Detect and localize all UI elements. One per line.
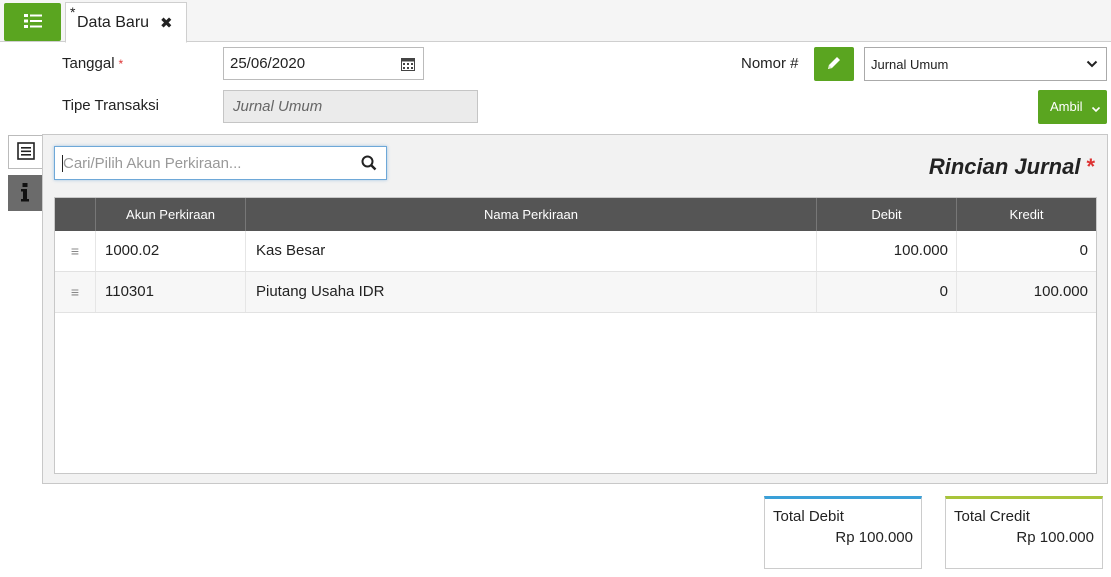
nomor-label: Nomor # (741, 55, 799, 72)
panel-title: Rincian Jurnal * (929, 154, 1095, 180)
cell-kredit[interactable]: 100.000 (956, 272, 1096, 312)
account-search-input[interactable]: Cari/Pilih Akun Perkiraan... (54, 146, 387, 180)
panel-title-required: * (1086, 154, 1095, 179)
pencil-icon (826, 55, 842, 74)
total-credit-label: Total Credit (954, 508, 1030, 525)
nomor-select-value: Jurnal Umum (871, 57, 949, 72)
journal-detail-panel: Cari/Pilih Akun Perkiraan... Rincian Jur… (42, 134, 1108, 484)
nomor-select[interactable]: Jurnal Umum (864, 47, 1107, 81)
cell-nama[interactable]: Piutang Usaha IDR (245, 272, 816, 312)
tanggal-value: 25/06/2020 (230, 55, 306, 72)
edit-nomor-button[interactable] (814, 47, 854, 81)
menu-button[interactable] (4, 3, 61, 41)
list-view-icon (16, 141, 35, 163)
cell-akun[interactable]: 1000.02 (95, 231, 245, 271)
panel-title-text: Rincian Jurnal (928, 154, 1081, 179)
tipe-transaksi-label: Tipe Transaksi (62, 97, 159, 114)
tab-bar: * Data Baru ✖ (0, 0, 1111, 43)
header-nama-perkiraan[interactable]: Nama Perkiraan (245, 198, 816, 231)
cell-kredit[interactable]: 0 (956, 231, 1096, 271)
total-debit-value: Rp 100.000 (835, 529, 913, 546)
header-handle-column (55, 198, 95, 231)
cell-debit[interactable]: 0 (816, 272, 956, 312)
ambil-label: Ambil (1050, 99, 1083, 114)
header-kredit[interactable]: Kredit (956, 198, 1096, 231)
ambil-button[interactable]: Ambil (1038, 90, 1107, 124)
tipe-transaksi-value: Jurnal Umum (233, 98, 323, 115)
info-icon (20, 182, 30, 205)
caret-down-icon (1091, 102, 1101, 117)
list-menu-icon (23, 13, 43, 32)
table-header: Akun Perkiraan Nama Perkiraan Debit Kred… (55, 198, 1096, 231)
total-credit-card: Total Credit Rp 100.000 (945, 496, 1103, 569)
journal-entry-page: * Data Baru ✖ Tanggal * 25/06/2020 Tipe T… (0, 0, 1111, 577)
cell-akun[interactable]: 110301 (95, 272, 245, 312)
total-debit-card: Total Debit Rp 100.000 (764, 496, 922, 569)
tipe-transaksi-field: Jurnal Umum (223, 90, 478, 123)
chevron-down-icon (1086, 57, 1098, 73)
cell-nama[interactable]: Kas Besar (245, 231, 816, 271)
journal-table: Akun Perkiraan Nama Perkiraan Debit Kred… (54, 197, 1097, 474)
tab-info[interactable] (8, 175, 42, 211)
table-row[interactable]: ≡ 110301 Piutang Usaha IDR 0 100.000 (55, 272, 1096, 313)
tanggal-label-text: Tanggal (62, 55, 115, 72)
close-icon[interactable]: ✖ (160, 14, 173, 32)
tab-title: Data Baru (77, 14, 150, 31)
header-debit[interactable]: Debit (816, 198, 956, 231)
drag-handle-icon[interactable]: ≡ (55, 231, 95, 271)
search-placeholder: Cari/Pilih Akun Perkiraan... (63, 155, 242, 172)
modified-marker: * (70, 4, 76, 20)
total-debit-label: Total Debit (773, 508, 844, 525)
cell-debit[interactable]: 100.000 (816, 231, 956, 271)
required-marker: * (118, 57, 124, 71)
tanggal-date-field[interactable]: 25/06/2020 (223, 47, 424, 80)
tanggal-label: Tanggal * (62, 55, 123, 72)
table-row[interactable]: ≡ 1000.02 Kas Besar 100.000 0 (55, 231, 1096, 272)
tab-list-view[interactable] (8, 135, 42, 169)
drag-handle-icon[interactable]: ≡ (55, 272, 95, 312)
header-akun-perkiraan[interactable]: Akun Perkiraan (95, 198, 245, 231)
tab-data-baru[interactable]: * Data Baru ✖ (65, 2, 187, 43)
total-credit-value: Rp 100.000 (1016, 529, 1094, 546)
calendar-icon[interactable] (401, 57, 415, 74)
search-icon[interactable] (361, 155, 377, 174)
